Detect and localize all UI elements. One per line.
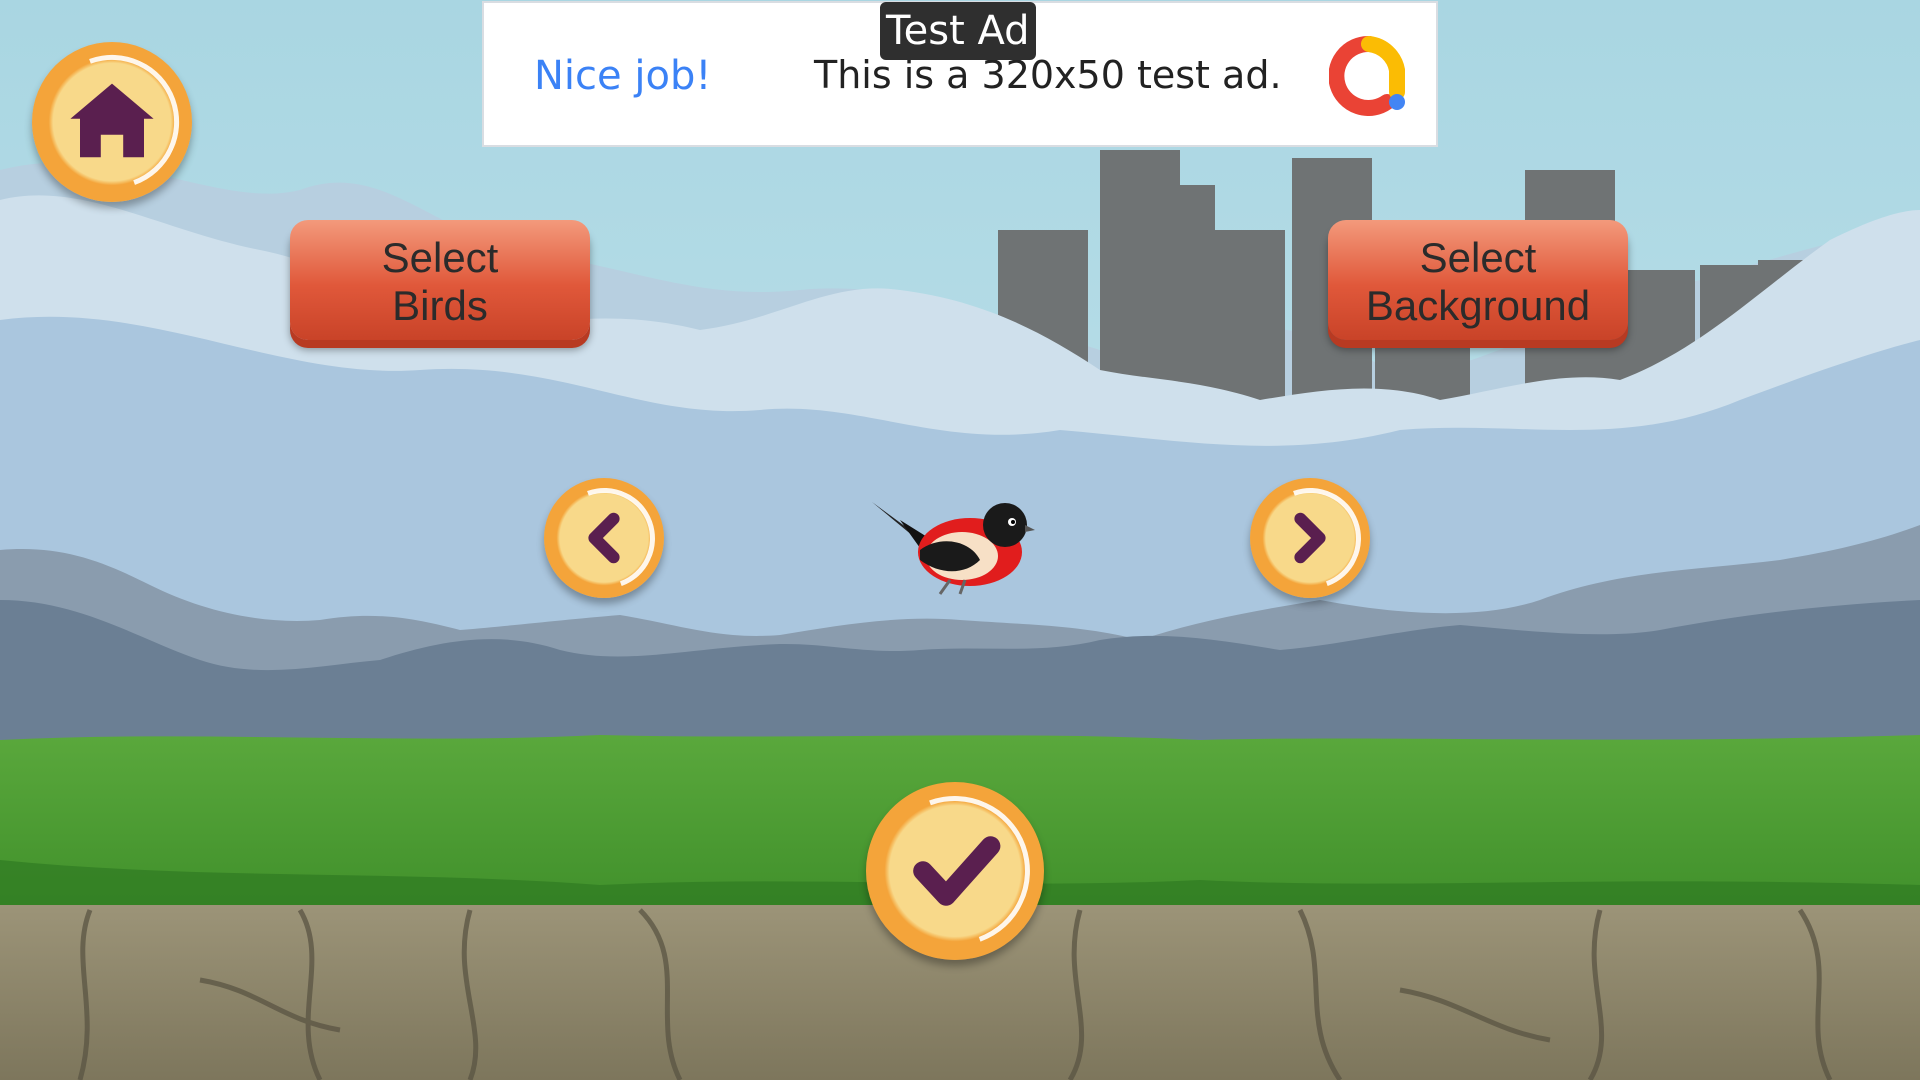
confirm-button[interactable] — [866, 782, 1044, 960]
ad-cta-text[interactable]: Nice job! — [534, 53, 711, 99]
bird-preview — [872, 502, 1035, 595]
checkmark-icon — [913, 836, 1001, 906]
chevron-right-icon — [1294, 512, 1326, 564]
chevron-left-icon — [588, 512, 620, 564]
select-birds-label: Select Birds — [381, 234, 499, 329]
select-birds-button[interactable]: Select Birds — [290, 220, 590, 340]
next-bird-button[interactable] — [1250, 478, 1370, 598]
home-icon — [70, 83, 154, 158]
ad-logo-icon — [1329, 36, 1405, 116]
select-background-button[interactable]: Select Background — [1328, 220, 1628, 340]
ad-badge: Test Ad — [880, 2, 1036, 60]
previous-bird-button[interactable] — [544, 478, 664, 598]
home-button[interactable] — [32, 42, 192, 202]
select-background-label: Select Background — [1365, 234, 1591, 329]
